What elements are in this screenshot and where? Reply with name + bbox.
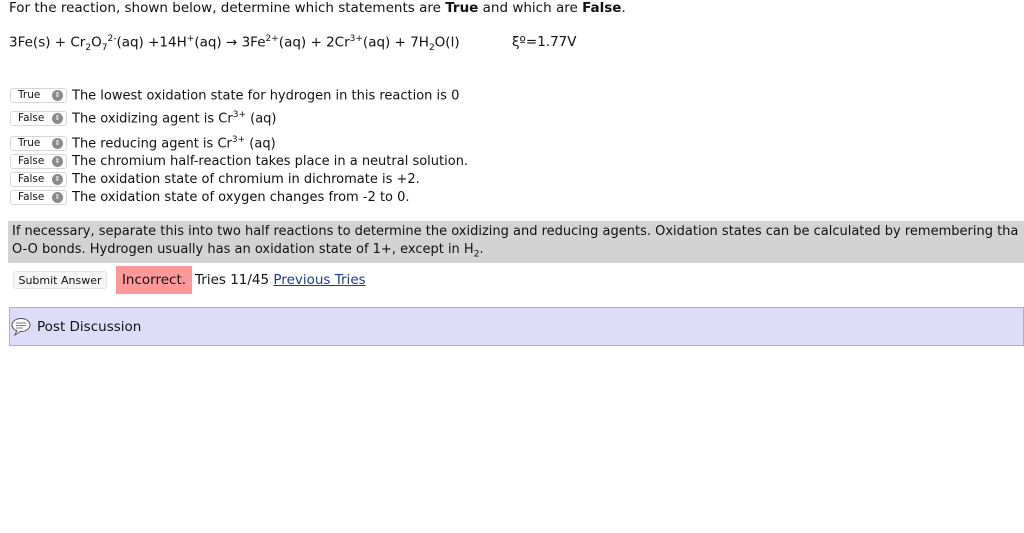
statement-row: False ⇕ The oxidation state of oxygen cha…: [10, 189, 410, 205]
statement-row: False ⇕ The chromium half-reaction takes …: [10, 153, 468, 169]
previous-tries-link[interactable]: Previous Tries: [273, 272, 365, 288]
tries-info: Tries 11/45 Previous Tries: [195, 272, 366, 288]
select-arrows-icon: ⇕: [52, 137, 63, 149]
statement-row: True ⇕ The reducing agent is Cr3+ (aq): [10, 135, 276, 151]
statement-row: False ⇕ The oxidation state of chromium i…: [10, 171, 420, 187]
tries-count: Tries 11/45: [195, 272, 270, 288]
answer-select[interactable]: False ⇕: [10, 153, 67, 169]
statement-row: True ⇕ The lowest oxidation state for hyd…: [10, 87, 459, 103]
select-arrows-icon: ⇕: [52, 191, 63, 203]
hint-box: If necessary, separate this into two hal…: [8, 221, 1024, 263]
select-arrows-icon: ⇕: [52, 173, 63, 185]
answer-select[interactable]: False ⇕: [10, 110, 67, 126]
true-word: True: [445, 0, 479, 16]
answer-select[interactable]: False ⇕: [10, 189, 67, 205]
statement-text: The reducing agent is Cr3+ (aq): [72, 134, 276, 152]
hint-line-2: O-O bonds. Hydrogen usually has an oxida…: [12, 242, 484, 260]
answer-select[interactable]: True ⇕: [10, 87, 67, 103]
answer-select[interactable]: False ⇕: [10, 171, 67, 187]
statement-text: The oxidizing agent is Cr3+ (aq): [72, 109, 277, 127]
statement-text: The oxidation state of oxygen changes fr…: [72, 189, 410, 205]
discussion-icon: [11, 317, 31, 336]
statement-row: False ⇕ The oxidizing agent is Cr3+ (aq): [10, 110, 277, 126]
statement-text: The chromium half-reaction takes place i…: [72, 153, 469, 169]
statement-text: The lowest oxidation state for hydrogen …: [72, 88, 460, 104]
submit-answer-button[interactable]: Submit Answer: [13, 271, 107, 289]
hint-line-1: If necessary, separate this into two hal…: [12, 224, 1019, 239]
statement-text: The oxidation state of chromium in dichr…: [72, 171, 420, 187]
select-arrows-icon: ⇕: [52, 112, 63, 124]
standard-potential: ξº=1.77V: [512, 34, 577, 50]
select-arrows-icon: ⇕: [52, 89, 63, 101]
reaction-equation: 3Fe(s) + Cr2O72-(aq) +14H+(aq) → 3Fe2+(a…: [9, 34, 460, 54]
false-word: False: [582, 0, 622, 16]
post-discussion-bar[interactable]: Post Discussion: [9, 307, 1024, 346]
question-intro: For the reaction, shown below, determine…: [9, 0, 626, 16]
select-arrows-icon: ⇕: [52, 155, 63, 167]
result-badge: Incorrect.: [116, 266, 192, 294]
post-discussion-label: Post Discussion: [37, 318, 142, 335]
answer-select[interactable]: True ⇕: [10, 135, 67, 151]
